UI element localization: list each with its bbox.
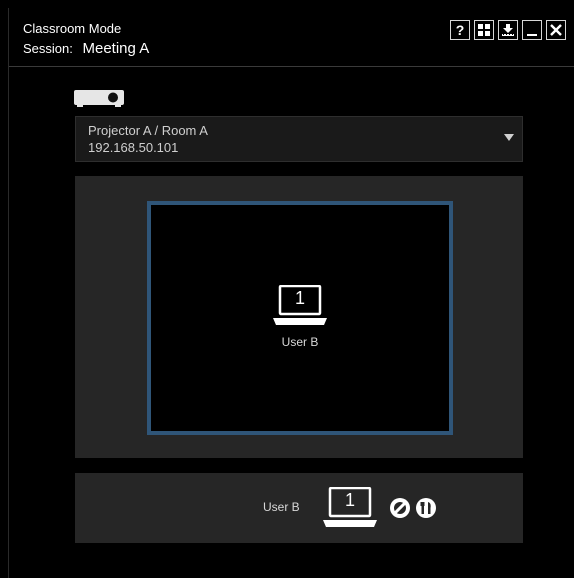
session-row: Session: Meeting A — [23, 40, 149, 57]
screen-user-name: User B — [281, 335, 319, 349]
projector-name: Projector A / Room A — [88, 123, 208, 138]
projector-screen-slot[interactable]: 1 User B — [147, 201, 453, 435]
projection-area: 1 User B — [75, 176, 523, 458]
chevron-down-icon — [504, 134, 514, 141]
user-slot-number: 1 — [344, 490, 355, 510]
disconnect-button[interactable] — [389, 497, 411, 524]
help-icon: ? — [455, 22, 465, 38]
classroom-mode-window: Classroom Mode Session: Meeting A ? Proj… — [8, 8, 574, 578]
tools-button[interactable] — [415, 497, 437, 524]
minimize-icon — [527, 34, 537, 36]
screen-slot-number: 1 — [294, 288, 305, 308]
projector-select[interactable]: Projector A / Room A 192.168.50.101 — [75, 116, 523, 162]
user-name: User B — [263, 500, 300, 514]
disconnect-icon — [390, 498, 410, 518]
grid-layout-button[interactable] — [474, 20, 494, 40]
session-value: Meeting A — [82, 40, 150, 57]
projector-icon — [73, 88, 125, 113]
user-bar: User B 1 — [75, 473, 523, 543]
minimize-button[interactable] — [522, 20, 542, 40]
tools-icon — [416, 498, 436, 518]
projector-ip: 192.168.50.101 — [88, 140, 179, 155]
title-bar: Classroom Mode Session: Meeting A ? — [9, 8, 574, 67]
session-label: Session: — [23, 41, 73, 56]
user-laptop-icon[interactable]: 1 — [321, 486, 379, 534]
help-button[interactable]: ? — [450, 20, 470, 40]
screen-user: 1 User B — [151, 284, 449, 349]
close-button[interactable] — [546, 20, 566, 40]
grid-layout-icon — [478, 24, 490, 36]
toolbar: ? — [450, 20, 566, 40]
download-button[interactable] — [498, 20, 518, 40]
window-title: Classroom Mode — [23, 21, 122, 36]
download-icon — [502, 24, 514, 36]
close-icon — [550, 24, 562, 36]
laptop-icon: 1 — [271, 284, 329, 332]
